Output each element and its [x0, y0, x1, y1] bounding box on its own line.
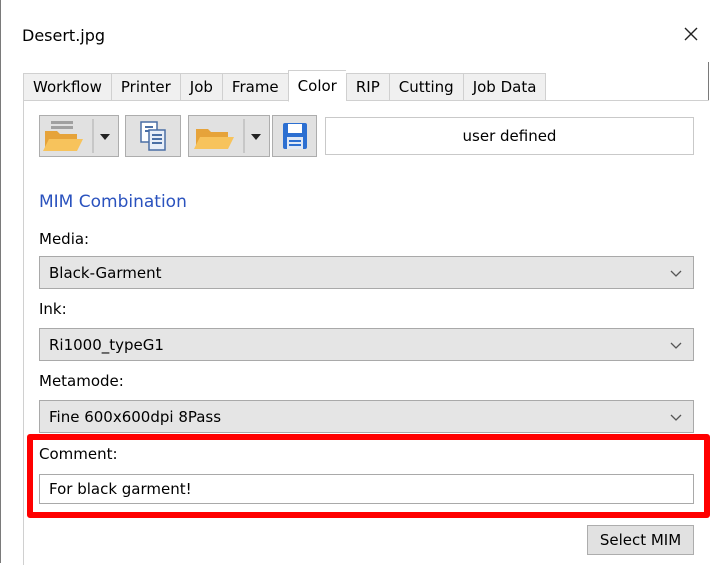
media-select-value: Black-Garment [49, 263, 162, 282]
title-bar: Desert.jpg [1, 0, 709, 62]
copy-button[interactable] [125, 115, 181, 157]
open-folder-dropdown-icon [43, 119, 110, 153]
tab-strip: Workflow Printer Job Frame Color RIP Cut… [23, 70, 547, 102]
metamode-select-value: Fine 600x600dpi 8Pass [49, 407, 222, 426]
media-select[interactable]: Black-Garment [39, 256, 694, 289]
tab-cutting[interactable]: Cutting [388, 73, 463, 101]
tab-workflow[interactable]: Workflow [23, 73, 111, 101]
save-floppy-icon [282, 123, 307, 149]
open-folder-dropdown-button[interactable] [188, 115, 270, 157]
tab-color[interactable]: Color [287, 70, 346, 102]
tab-frame[interactable]: Frame [221, 73, 288, 101]
open-folder-dropdown-icon [194, 119, 261, 153]
chevron-down-icon [670, 414, 682, 421]
tab-job-data[interactable]: Job Data [462, 73, 547, 101]
chevron-down-icon [670, 270, 682, 277]
metamode-select[interactable]: Fine 600x600dpi 8Pass [39, 400, 694, 433]
ink-select-value: Ri1000_typeG1 [49, 335, 164, 354]
close-button[interactable] [673, 18, 709, 50]
metamode-label: Metamode: [39, 372, 124, 390]
comment-highlight-box [27, 434, 710, 518]
tab-printer[interactable]: Printer [110, 73, 180, 101]
save-button[interactable] [272, 115, 317, 157]
preset-name-field[interactable]: user defined [325, 117, 694, 155]
close-icon [684, 27, 698, 41]
select-mim-button[interactable]: Select MIM [587, 525, 694, 555]
copy-documents-icon [140, 121, 166, 151]
mim-section-title: MIM Combination [39, 192, 187, 212]
tab-rip[interactable]: RIP [345, 73, 389, 101]
media-label: Media: [39, 230, 90, 248]
ink-label: Ink: [39, 300, 67, 318]
ink-select[interactable]: Ri1000_typeG1 [39, 328, 694, 361]
load-preset-dropdown-button[interactable] [39, 115, 119, 157]
window-title: Desert.jpg [22, 26, 106, 45]
chevron-down-icon [670, 342, 682, 349]
tab-job[interactable]: Job [179, 73, 222, 101]
dialog-window: Desert.jpg Workflow Printer Job Frame Co… [0, 0, 710, 565]
